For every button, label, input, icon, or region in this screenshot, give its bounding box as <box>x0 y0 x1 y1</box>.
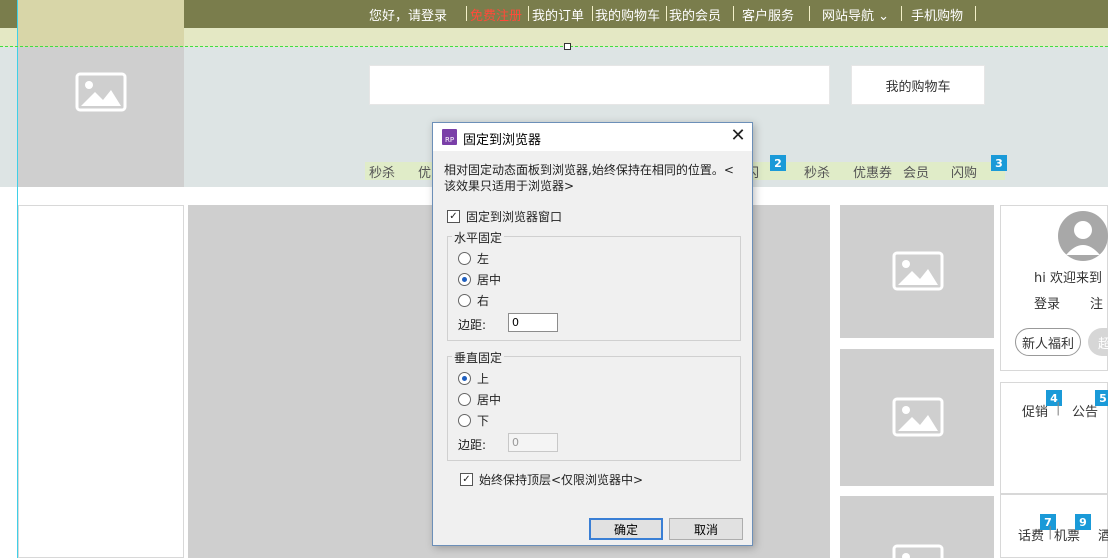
nav-item-seckill[interactable]: 秒杀 <box>369 162 395 181</box>
close-icon[interactable]: ✕ <box>727 127 749 147</box>
selection-handle[interactable] <box>564 43 571 50</box>
guide-line-horizontal <box>0 46 1108 47</box>
vertical-group-title: 垂直固定 <box>452 349 505 366</box>
tab-promo[interactable]: 促销 <box>1022 401 1048 420</box>
divider <box>666 6 667 21</box>
my-member-link[interactable]: 我的会员 <box>669 5 721 24</box>
logo-placeholder-top <box>18 0 184 47</box>
annotation-badge: 3 <box>991 155 1007 171</box>
product-thumb[interactable] <box>840 205 994 338</box>
user-icon <box>1066 221 1100 255</box>
radio-h-left-label: 左 <box>477 252 490 266</box>
ok-button[interactable]: 确定 <box>589 518 663 540</box>
divider <box>975 6 976 21</box>
avatar[interactable] <box>1058 211 1108 261</box>
nav-item-seckill-2[interactable]: 秒杀 <box>804 162 830 181</box>
image-placeholder-icon <box>892 251 944 291</box>
horizontal-group-title: 水平固定 <box>452 229 505 246</box>
annotation-badge: 9 <box>1075 514 1091 530</box>
pin-checkbox[interactable]: ✓ <box>447 210 460 223</box>
radio-v-bottom[interactable] <box>458 414 471 427</box>
annotation-badge: 5 <box>1095 390 1108 406</box>
cart-button[interactable]: 我的购物车 <box>851 65 985 105</box>
radio-v-middle-label: 居中 <box>477 393 502 407</box>
my-cart-link[interactable]: 我的购物车 <box>595 5 660 24</box>
nav-item-partial[interactable]: 优 <box>418 162 431 181</box>
divider: | <box>1048 525 1053 540</box>
horizontal-group <box>447 236 741 341</box>
image-placeholder-icon <box>75 72 127 112</box>
radio-v-top-label: 上 <box>477 372 490 386</box>
service-hotel[interactable]: 酒 <box>1098 525 1108 544</box>
nav-item-coupon[interactable]: 优惠券 <box>853 162 892 181</box>
divider <box>733 6 734 21</box>
guide-line-vertical <box>17 0 18 558</box>
radio-v-middle[interactable] <box>458 393 471 406</box>
pin-checkbox-label: 固定到浏览器窗口 <box>466 210 563 224</box>
my-orders-link[interactable]: 我的订单 <box>532 5 584 24</box>
mobile-shopping-link[interactable]: 手机购物 <box>911 5 963 24</box>
divider: | <box>1056 401 1061 416</box>
radio-h-right[interactable] <box>458 294 471 307</box>
topmost-checkbox-label: 始终保持顶层<仅限浏览器中> <box>479 473 644 487</box>
radio-v-top[interactable] <box>458 372 471 385</box>
dialog-description: 相对固定动态面板到浏览器,始终保持在相同的位置。< 该效果只适用于浏览器> <box>444 163 734 193</box>
nav-item-member[interactable]: 会员 <box>903 162 929 181</box>
login-link[interactable]: 登录 <box>1034 293 1060 312</box>
radio-v-bottom-label: 下 <box>477 414 490 428</box>
chevron-down-icon: ⌄ <box>878 9 890 24</box>
v-margin-label: 边距: <box>458 438 487 452</box>
radio-h-left[interactable] <box>458 252 471 265</box>
register-link[interactable]: 注 <box>1090 293 1103 312</box>
h-margin-label: 边距: <box>458 318 487 332</box>
image-placeholder-icon <box>892 544 944 558</box>
radio-h-center[interactable] <box>458 273 471 286</box>
site-nav-label: 网站导航 <box>822 9 875 24</box>
login-greeting-link[interactable]: 您好，请登录 <box>369 5 447 24</box>
category-sidebar <box>18 205 184 558</box>
radio-h-center-label: 居中 <box>477 273 502 287</box>
app-icon: RP <box>442 129 457 145</box>
super-button[interactable]: 超 <box>1088 328 1108 356</box>
nav-item-flash-sale[interactable]: 闪购 <box>951 162 977 181</box>
divider <box>528 6 529 21</box>
pin-to-browser-dialog: RP 固定到浏览器 ✕ 相对固定动态面板到浏览器,始终保持在相同的位置。< 该效… <box>432 122 753 546</box>
product-thumb[interactable] <box>840 349 994 486</box>
divider <box>809 6 810 21</box>
divider <box>466 6 467 21</box>
welcome-text: hi 欢迎来到 <box>1034 271 1102 286</box>
annotation-badge: 2 <box>770 155 786 171</box>
divider <box>901 6 902 21</box>
vertical-group <box>447 356 741 461</box>
h-margin-input[interactable]: 0 <box>508 313 558 332</box>
radio-h-right-label: 右 <box>477 294 490 308</box>
free-register-link[interactable]: 免费注册 <box>470 5 522 24</box>
dialog-title: 固定到浏览器 <box>463 133 542 148</box>
topmost-checkbox[interactable]: ✓ <box>460 473 473 486</box>
divider <box>592 6 593 21</box>
image-placeholder-icon <box>892 397 944 437</box>
search-input[interactable] <box>369 65 830 105</box>
product-thumb[interactable] <box>840 496 994 558</box>
cancel-button[interactable]: 取消 <box>669 518 743 540</box>
site-nav-link[interactable]: 网站导航 ⌄ <box>822 5 889 24</box>
customer-service-link[interactable]: 客户服务 <box>742 5 794 24</box>
v-margin-input[interactable]: 0 <box>508 433 558 452</box>
new-user-benefit-button[interactable]: 新人福利 <box>1015 328 1081 356</box>
